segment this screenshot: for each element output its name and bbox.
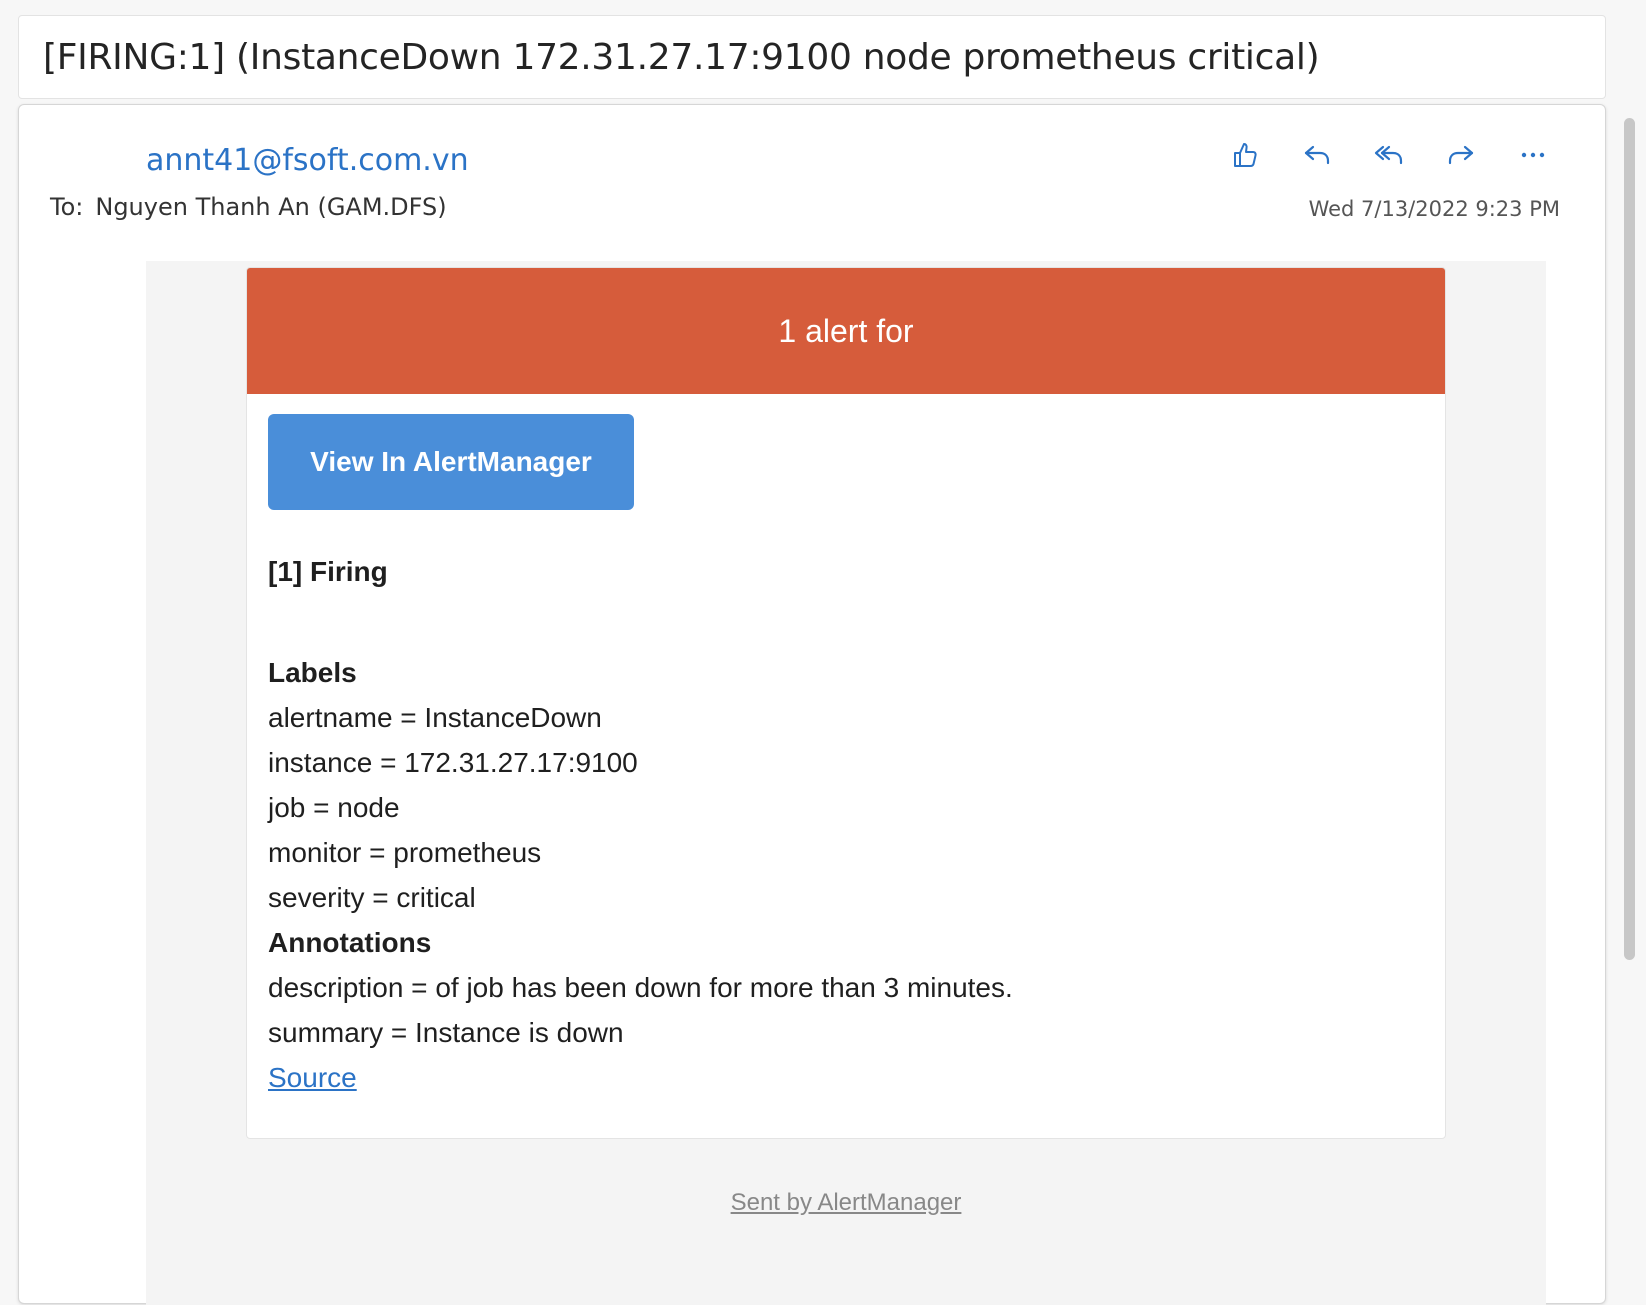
- label-instance: instance = 172.31.27.17:9100: [268, 747, 638, 778]
- forward-button[interactable]: [1439, 133, 1483, 177]
- recipient-line: To: Nguyen Thanh An (GAM.DFS): [50, 193, 447, 221]
- labels-title: Labels: [268, 657, 357, 688]
- subject-bar: [FIRING:1] (InstanceDown 172.31.27.17:91…: [18, 15, 1606, 99]
- received-date: Wed 7/13/2022 9:23 PM: [1308, 197, 1560, 221]
- message-actions: [1223, 133, 1555, 177]
- scrollbar-thumb[interactable]: [1624, 118, 1635, 960]
- source-link[interactable]: Source: [268, 1055, 1424, 1100]
- recipient-name[interactable]: Nguyen Thanh An (GAM.DFS): [95, 193, 446, 221]
- label-monitor: monitor = prometheus: [268, 837, 542, 868]
- reply-all-icon: [1374, 145, 1403, 165]
- to-label: To:: [50, 193, 84, 221]
- like-button[interactable]: [1223, 133, 1267, 177]
- reply-all-button[interactable]: [1367, 133, 1411, 177]
- sent-by-link[interactable]: Sent by AlertManager: [146, 1189, 1546, 1217]
- label-alertname: alertname = InstanceDown: [268, 702, 602, 733]
- alert-card: 1 alert for View In AlertManager [1] Fir…: [246, 267, 1446, 1139]
- annotations-title: Annotations: [268, 927, 432, 958]
- label-job: job = node: [268, 792, 400, 823]
- annotation-summary: summary = Instance is down: [268, 1017, 624, 1048]
- email-body: 1 alert for View In AlertManager [1] Fir…: [146, 261, 1546, 1305]
- alert-header: 1 alert for: [247, 268, 1445, 394]
- forward-icon: [1448, 145, 1474, 165]
- annotation-description: description = of job has been down for m…: [268, 972, 1013, 1003]
- scrollbar[interactable]: [1620, 104, 1638, 1290]
- more-icon: [1521, 152, 1545, 158]
- reply-icon: [1304, 145, 1330, 165]
- sender-address[interactable]: annt41@fsoft.com.vn: [146, 143, 469, 178]
- reply-button[interactable]: [1295, 133, 1339, 177]
- view-in-alertmanager-button[interactable]: View In AlertManager: [268, 414, 634, 510]
- more-actions-button[interactable]: [1511, 133, 1555, 177]
- email-subject: [FIRING:1] (InstanceDown 172.31.27.17:91…: [43, 37, 1320, 78]
- alert-content: View In AlertManager [1] Firing Labels a…: [247, 394, 1445, 1120]
- label-severity: severity = critical: [268, 882, 476, 913]
- like-icon: [1234, 143, 1257, 167]
- firing-title: [1] Firing: [268, 556, 388, 587]
- message-card: annt41@fsoft.com.vn To: Nguyen Thanh An (…: [18, 104, 1606, 1305]
